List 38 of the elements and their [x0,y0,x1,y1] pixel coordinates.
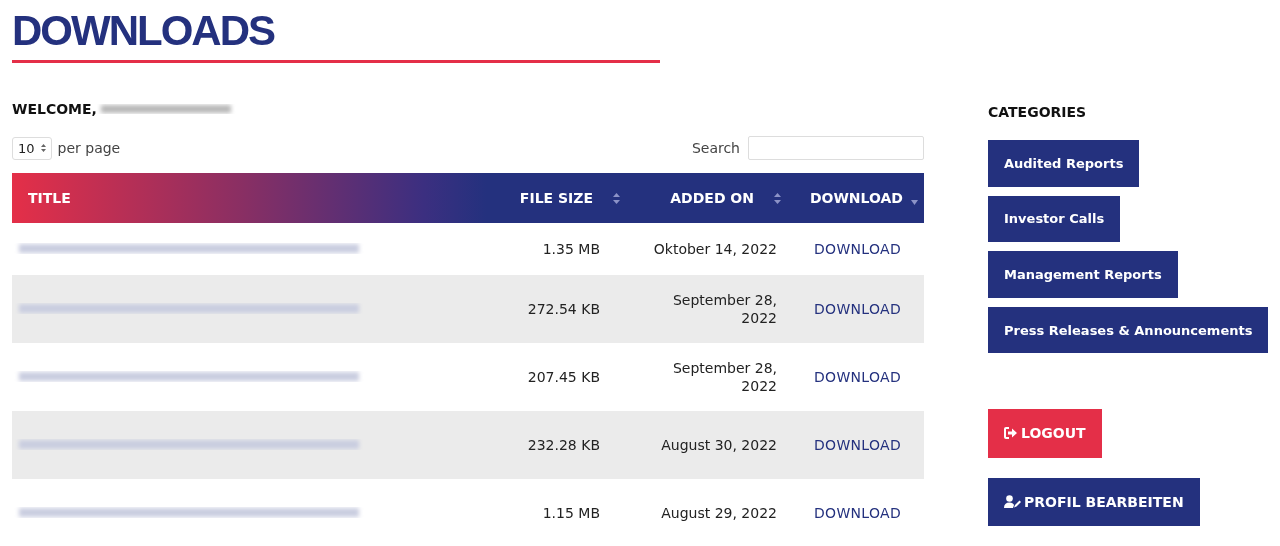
added-date: September 28, 2022 [672,292,777,326]
sort-desc-icon [911,199,918,205]
file-size: 232.28 KB [527,437,600,453]
download-link[interactable]: DOWNLOAD [814,241,901,257]
category-button[interactable]: Management Reports [988,251,1178,298]
column-header[interactable]: FILE SIZE [469,173,630,223]
page-title: DOWNLOADS [12,0,660,63]
category-button[interactable]: Investor Calls [988,195,1121,243]
welcome-label: WELCOME, [12,101,97,117]
per-page-select[interactable]: 10 [12,136,52,160]
download-link[interactable]: DOWNLOAD [814,505,901,521]
added-date: September 28, 2022 [672,360,777,394]
download-link[interactable]: DOWNLOAD [814,369,901,385]
file-size: 207.45 KB [527,369,600,385]
edit-profile-button[interactable]: PROFIL BEARBEITEN [988,477,1200,527]
added-date: August 30, 2022 [661,437,777,453]
updown-icon [40,144,46,152]
column-header[interactable]: TITLE [12,173,469,223]
categories-heading: CATEGORIES [988,104,1087,120]
column-header[interactable]: DOWNLOAD [791,173,924,223]
sort-icon [774,192,781,204]
added-date: August 29, 2022 [661,505,777,521]
download-link[interactable]: DOWNLOAD [814,437,901,453]
logout-icon [1004,427,1018,440]
search-label: Search [691,140,740,156]
file-size: 1.15 MB [542,505,600,521]
file-size: 272.54 KB [527,301,600,317]
category-button[interactable]: Press Releases & Announcements [988,306,1269,354]
column-header[interactable]: ADDED ON [630,173,791,223]
added-date: Oktober 14, 2022 [653,241,777,257]
per-page-label: per page [57,140,121,156]
search-field[interactable] [748,136,924,160]
logout-button[interactable]: LOGOUT [988,408,1102,458]
sort-icon [613,192,620,204]
file-size: 1.35 MB [542,241,600,257]
user-edit-icon [1004,495,1021,509]
category-button[interactable]: Audited Reports [988,140,1140,187]
download-link[interactable]: DOWNLOAD [814,301,901,317]
